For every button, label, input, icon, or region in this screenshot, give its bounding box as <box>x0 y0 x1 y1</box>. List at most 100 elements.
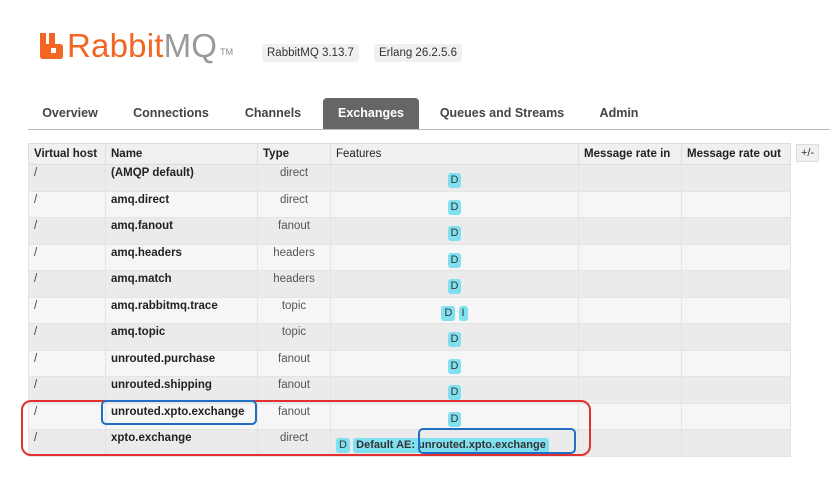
features-cell: D <box>330 402 579 430</box>
vhost-cell: / <box>28 190 106 218</box>
exchange-type-cell: topic <box>257 323 331 351</box>
feature-durable-badge: D <box>447 411 462 427</box>
feature-durable-badge: D <box>336 438 350 453</box>
rate-out-cell <box>681 376 791 404</box>
vhost-cell: / <box>28 270 106 298</box>
column-header-type[interactable]: Type <box>257 143 331 165</box>
exchange-name-link[interactable]: unrouted.xpto.exchange <box>105 402 258 430</box>
column-header-message-rate-in[interactable]: Message rate in <box>578 143 682 165</box>
rate-in-cell <box>578 190 682 218</box>
rate-out-cell <box>681 349 791 377</box>
exchange-name-link[interactable]: amq.match <box>105 270 258 298</box>
table-row: / (AMQP default) direct D <box>28 164 791 192</box>
features-cell: D <box>330 217 579 245</box>
toggle-columns-button[interactable]: +/- <box>796 144 820 162</box>
rate-out-cell <box>681 429 791 457</box>
feature-durable-badge: D <box>447 199 462 215</box>
main-nav-tabs: Overview Connections Channels Exchanges … <box>28 98 830 130</box>
exchange-name-link[interactable]: unrouted.purchase <box>105 349 258 377</box>
column-header-features: Features <box>330 143 579 165</box>
features-cell: D Default AE: unrouted.xpto.exchange <box>330 429 579 457</box>
exchanges-table: Virtual host Name Type Features Message … <box>28 143 791 457</box>
features-cell: D I <box>330 296 579 324</box>
tab-overview[interactable]: Overview <box>30 98 110 129</box>
tab-channels[interactable]: Channels <box>232 98 314 129</box>
exchange-name-link[interactable]: unrouted.shipping <box>105 376 258 404</box>
exchange-type-cell: direct <box>257 190 331 218</box>
column-header-message-rate-out[interactable]: Message rate out <box>681 143 791 165</box>
rate-in-cell <box>578 243 682 271</box>
table-header-row: Virtual host Name Type Features Message … <box>28 143 791 165</box>
rabbitmq-logo[interactable]: RabbitMQ TM <box>38 29 233 62</box>
table-row: / amq.headers headers D <box>28 243 791 271</box>
rate-in-cell <box>578 270 682 298</box>
rate-in-cell <box>578 349 682 377</box>
alternate-exchange-value: unrouted.xpto.exchange <box>418 439 546 451</box>
exchange-name-link[interactable]: xpto.exchange <box>105 429 258 457</box>
logo-mq-text: MQ <box>163 27 218 64</box>
rate-in-cell <box>578 402 682 430</box>
features-cell: D <box>330 323 579 351</box>
feature-durable-badge: D <box>447 173 462 188</box>
rate-in-cell <box>578 429 682 457</box>
exchange-name-link[interactable]: amq.fanout <box>105 217 258 245</box>
rate-out-cell <box>681 217 791 245</box>
vhost-cell: / <box>28 296 106 324</box>
rate-out-cell <box>681 323 791 351</box>
table-row: / xpto.exchange direct D Default AE: unr… <box>28 429 791 457</box>
features-cell: D <box>330 164 579 192</box>
features-cell: D <box>330 270 579 298</box>
feature-durable-badge: D <box>447 358 462 374</box>
column-header-name[interactable]: Name <box>105 143 258 165</box>
vhost-cell: / <box>28 217 106 245</box>
table-row: / unrouted.shipping fanout D <box>28 376 791 404</box>
table-row: / amq.rabbitmq.trace topic D I <box>28 296 791 324</box>
exchange-type-cell: direct <box>257 429 331 457</box>
rabbitmq-version-badge: RabbitMQ 3.13.7 <box>262 44 359 62</box>
feature-durable-badge: D <box>441 305 456 321</box>
vhost-cell: / <box>28 429 106 457</box>
vhost-cell: / <box>28 323 106 351</box>
features-cell: D <box>330 243 579 271</box>
rate-in-cell <box>578 376 682 404</box>
tab-admin[interactable]: Admin <box>588 98 650 129</box>
table-row: / unrouted.purchase fanout D <box>28 349 791 377</box>
tab-connections[interactable]: Connections <box>124 98 218 129</box>
rate-in-cell <box>578 323 682 351</box>
feature-durable-badge: D <box>447 332 462 347</box>
header: RabbitMQ TM <box>38 26 233 62</box>
tab-exchanges[interactable]: Exchanges <box>323 98 419 129</box>
rate-in-cell <box>578 164 682 192</box>
vhost-cell: / <box>28 376 106 404</box>
logo-wordmark: RabbitMQ <box>67 29 217 62</box>
rate-out-cell <box>681 402 791 430</box>
exchange-name-link[interactable]: (AMQP default) <box>105 164 258 192</box>
trademark-mark: TM <box>220 47 234 57</box>
exchange-type-cell: fanout <box>257 376 331 404</box>
exchange-type-cell: fanout <box>257 217 331 245</box>
exchange-name-link[interactable]: amq.headers <box>105 243 258 271</box>
table-row: / amq.topic topic D <box>28 323 791 351</box>
rate-in-cell <box>578 296 682 324</box>
feature-durable-badge: D <box>447 252 462 268</box>
exchange-name-link[interactable]: amq.direct <box>105 190 258 218</box>
tab-queues-and-streams[interactable]: Queues and Streams <box>432 98 572 129</box>
features-cell: D <box>330 190 579 218</box>
rate-out-cell <box>681 164 791 192</box>
logo-rabbit-text: Rabbit <box>67 27 164 64</box>
exchange-type-cell: headers <box>257 270 331 298</box>
column-header-virtual-host[interactable]: Virtual host <box>28 143 106 165</box>
exchange-type-cell: headers <box>257 243 331 271</box>
feature-durable-badge: D <box>447 279 462 294</box>
rate-out-cell <box>681 190 791 218</box>
table-row: / amq.fanout fanout D <box>28 217 791 245</box>
exchange-name-link[interactable]: amq.topic <box>105 323 258 351</box>
features-cell: D <box>330 349 579 377</box>
exchange-type-cell: fanout <box>257 402 331 430</box>
exchange-name-link[interactable]: amq.rabbitmq.trace <box>105 296 258 324</box>
exchange-type-cell: topic <box>257 296 331 324</box>
rate-out-cell <box>681 270 791 298</box>
rabbitmq-logo-icon <box>40 33 63 59</box>
vhost-cell: / <box>28 349 106 377</box>
erlang-version-badge: Erlang 26.2.5.6 <box>374 44 463 62</box>
